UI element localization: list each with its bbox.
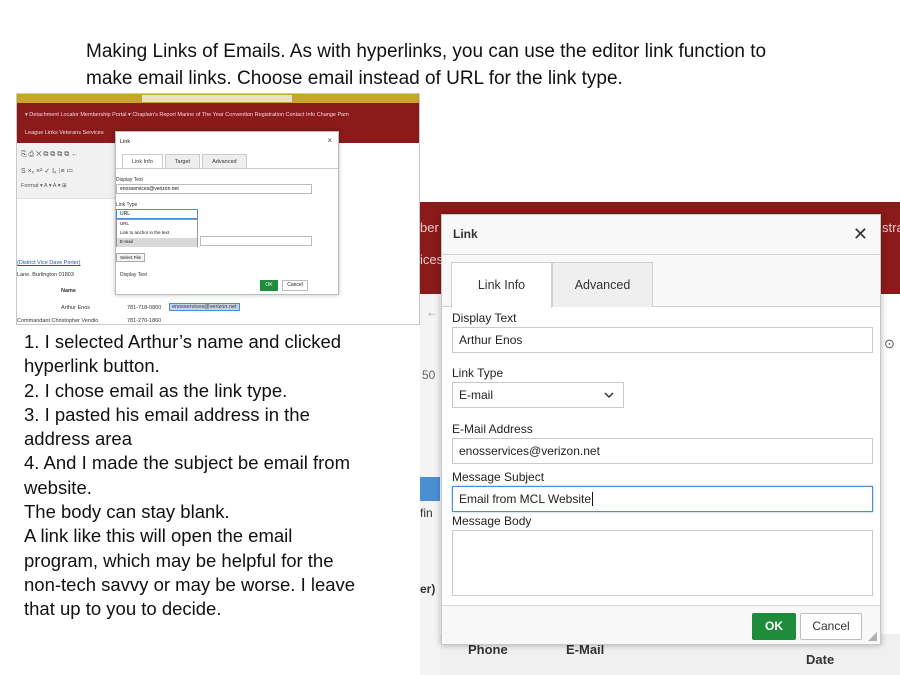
left-fragment-er: er): [420, 582, 436, 596]
step-line: 4. And I made the subject be email from: [24, 452, 350, 474]
step-line: 1. I selected Arthur’s name and clicked: [24, 331, 342, 352]
small-page-text-1: (District Vice Dave Porter): [17, 260, 81, 266]
slide-title: Making Links of Emails. As with hyperlin…: [86, 38, 866, 92]
small-page-text-3: Name: [61, 288, 76, 294]
display-text-label: Display Text: [452, 311, 517, 325]
message-subject-value: Email from MCL Website: [459, 492, 592, 506]
small-row1-phone: 781-718-0800: [127, 305, 162, 311]
email-address-input[interactable]: enosservices@verizon.net: [452, 438, 873, 464]
nav-fragment-right: stra: [882, 220, 900, 235]
small-dropdown-option-email: E-mail: [117, 238, 197, 247]
small-display-text-input: enosservices@verizon.net: [116, 184, 312, 194]
link-dialog: Link ✕ Link Info Advanced Display Text A…: [441, 214, 881, 645]
dialog-title: Link: [453, 227, 478, 241]
ok-button[interactable]: OK: [752, 613, 796, 640]
message-subject-label: Message Subject: [452, 470, 545, 484]
small-select-file-button: Select File: [116, 253, 146, 262]
small-search-bar: [142, 95, 292, 102]
chevron-down-icon: [604, 383, 614, 417]
tab-link-info[interactable]: Link Info: [451, 262, 552, 308]
small-ok-button: OK: [260, 280, 278, 291]
small-editor-toolbar: ⎘ ⎙ ✕ ⧉ ⧉ ⧉ ⧉ ← S ×ₓ ×² ✓ Iₓ ⁝≡ ≔ Format…: [17, 143, 117, 199]
small-dialog-fields: Display Text enosservices@verizon.net Li…: [114, 130, 338, 294]
small-toolbar-row-2: S ×ₓ ×² ✓ Iₓ ⁝≡ ≔: [21, 168, 74, 175]
left-arrow-icon: ←: [426, 305, 438, 319]
small-row1-email: enosservices@verizon.net: [169, 303, 240, 311]
tab-advanced[interactable]: Advanced: [552, 262, 653, 307]
small-cancel-button: Cancel: [282, 280, 308, 291]
small-top-bar: [17, 94, 419, 103]
cancel-button[interactable]: Cancel: [800, 613, 862, 640]
dialog-header: Link ✕: [442, 215, 880, 255]
step-line: 3. I pasted his email address in the: [24, 403, 310, 425]
small-link-type-label: Link Type: [116, 202, 138, 208]
small-row2-phone: 781-270-1860: [127, 318, 162, 324]
small-url-input: [200, 236, 312, 246]
resize-handle-icon[interactable]: [868, 632, 877, 641]
small-nav-row-1: ▾ Detachment Locator Membership Portal ▾…: [25, 112, 349, 118]
step-line: program, which may be helpful for the: [24, 549, 334, 571]
slide-title-line-2: make email links. Choose email instead o…: [86, 68, 623, 89]
step-line: 2. I chose email as the link type.: [24, 379, 288, 401]
step-line: address area: [24, 428, 132, 450]
small-page-text-2: Lane. Burlington 01803: [17, 272, 74, 278]
nav-fragment-left-2: ices: [420, 252, 444, 267]
step-line: hyperlink button.: [24, 355, 160, 377]
left-toolbar-glyph: 50: [422, 368, 436, 382]
small-row2-name: Commandant Christopher Vendio: [17, 318, 99, 324]
small-nav-row-2: League Links Veterans Services: [25, 130, 104, 136]
col-header-date: Date: [806, 652, 835, 667]
small-row1-name: Arthur Enos: [61, 305, 91, 311]
slide-title-line-1: Making Links of Emails. As with hyperlin…: [86, 41, 767, 62]
explanation-text: 1. I selected Arthur’s name and clicked …: [24, 330, 404, 622]
link-type-label: Link Type: [452, 366, 504, 380]
small-link-type-select: URL: [116, 209, 198, 219]
nav-fragment-left-1: ber: [420, 220, 439, 235]
small-toolbar-row-3: Format ▾ A ▾ A ▾ ⊞: [21, 183, 67, 189]
left-fragment-fin: fin: [420, 506, 433, 520]
dialog-tab-bar: Link Info Advanced: [442, 255, 880, 308]
step-line: A link like this will open the email: [24, 525, 293, 547]
close-icon[interactable]: ✕: [853, 224, 868, 245]
link-type-value: E-mail: [459, 388, 494, 402]
link-type-select[interactable]: E-mail: [452, 382, 624, 408]
message-body-textarea[interactable]: [452, 530, 873, 596]
small-display-text-label-2: Display Text: [116, 177, 143, 183]
display-text-input[interactable]: Arthur Enos: [452, 327, 873, 353]
step-line: non-tech savvy or may be worse. I leave: [24, 573, 356, 595]
message-body-label: Message Body: [452, 514, 532, 528]
step-line: website.: [24, 476, 92, 498]
dialog-footer: OK Cancel: [442, 605, 880, 644]
small-toolbar-row-1: ⎘ ⎙ ✕ ⧉ ⧉ ⧉ ⧉ ←: [21, 151, 79, 158]
step-line: that up to you to decide.: [24, 598, 222, 620]
message-subject-input[interactable]: Email from MCL Website: [452, 486, 873, 512]
small-dropdown-option-url: URL: [120, 221, 130, 226]
left-blue-highlight: [420, 477, 440, 501]
text-cursor: [592, 492, 594, 506]
small-dropdown-option-anchor: Link to anchor in the text: [120, 230, 170, 235]
right-edge-icon: ⊙: [884, 336, 895, 351]
small-link-type-dropdown: URL Link to anchor in the text E-mail: [116, 219, 198, 247]
step-line: The body can stay blank.: [24, 501, 230, 523]
email-address-label: E-Mail Address: [452, 422, 533, 436]
